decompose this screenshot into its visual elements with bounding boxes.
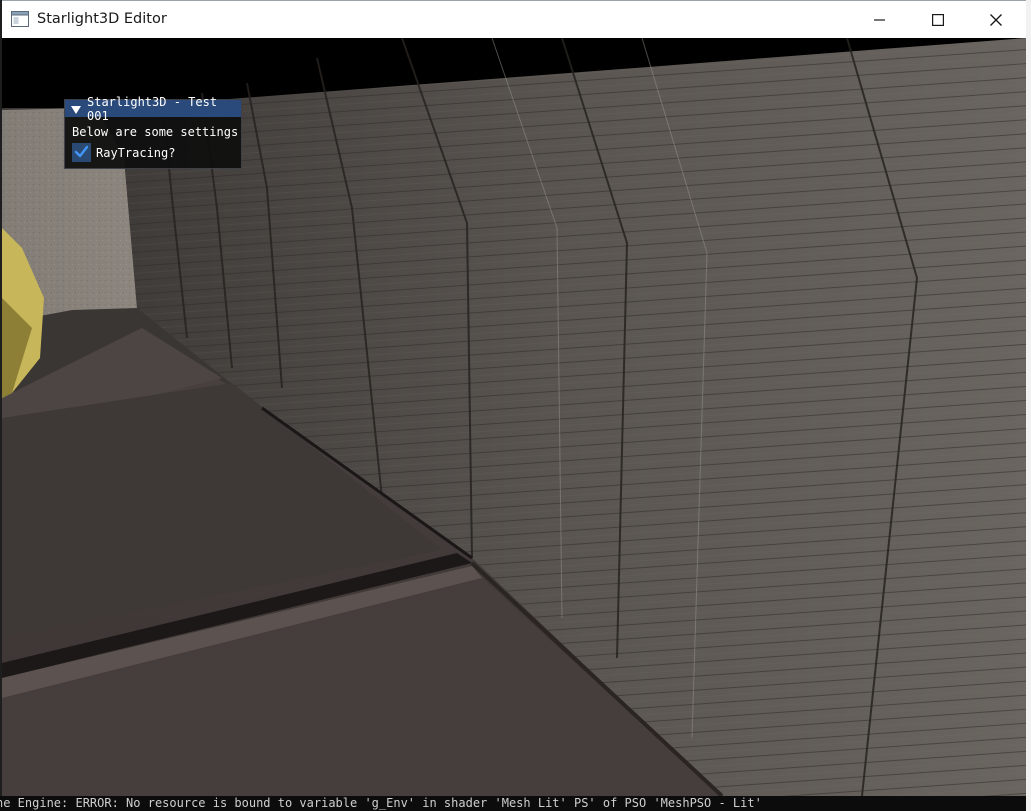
app-window-icon xyxy=(11,11,29,27)
check-icon xyxy=(74,145,89,161)
settings-description: Below are some settings xyxy=(72,125,239,139)
maximize-button[interactable] xyxy=(909,1,967,39)
title-bar[interactable]: Starlight3D Editor xyxy=(2,0,1026,39)
close-icon xyxy=(990,11,1002,30)
background-window-edge xyxy=(1026,0,1031,811)
settings-panel[interactable]: Starlight3D - Test 001 Below are some se… xyxy=(64,95,242,169)
collapse-arrow-icon[interactable] xyxy=(71,104,81,114)
maximize-icon xyxy=(932,11,945,30)
raytracing-label: RayTracing? xyxy=(96,145,176,160)
settings-panel-title: Starlight3D - Test 001 xyxy=(87,94,218,123)
console-output-line: he Engine: ERROR: No resource is bound t… xyxy=(0,796,1026,811)
app-window: Starlight3D Editor Starlight3D - Test 00… xyxy=(0,0,1031,811)
3d-viewport[interactable]: Starlight3D - Test 001 Below are some se… xyxy=(2,38,1026,796)
window-title: Starlight3D Editor xyxy=(37,11,167,27)
minimize-icon xyxy=(874,11,886,30)
raytracing-checkbox-row[interactable]: RayTracing? xyxy=(72,143,175,162)
minimize-button[interactable] xyxy=(851,1,909,39)
settings-panel-titlebar[interactable]: Starlight3D - Test 001 xyxy=(65,95,241,123)
close-button[interactable] xyxy=(967,1,1025,39)
raytracing-checkbox[interactable] xyxy=(72,143,91,162)
